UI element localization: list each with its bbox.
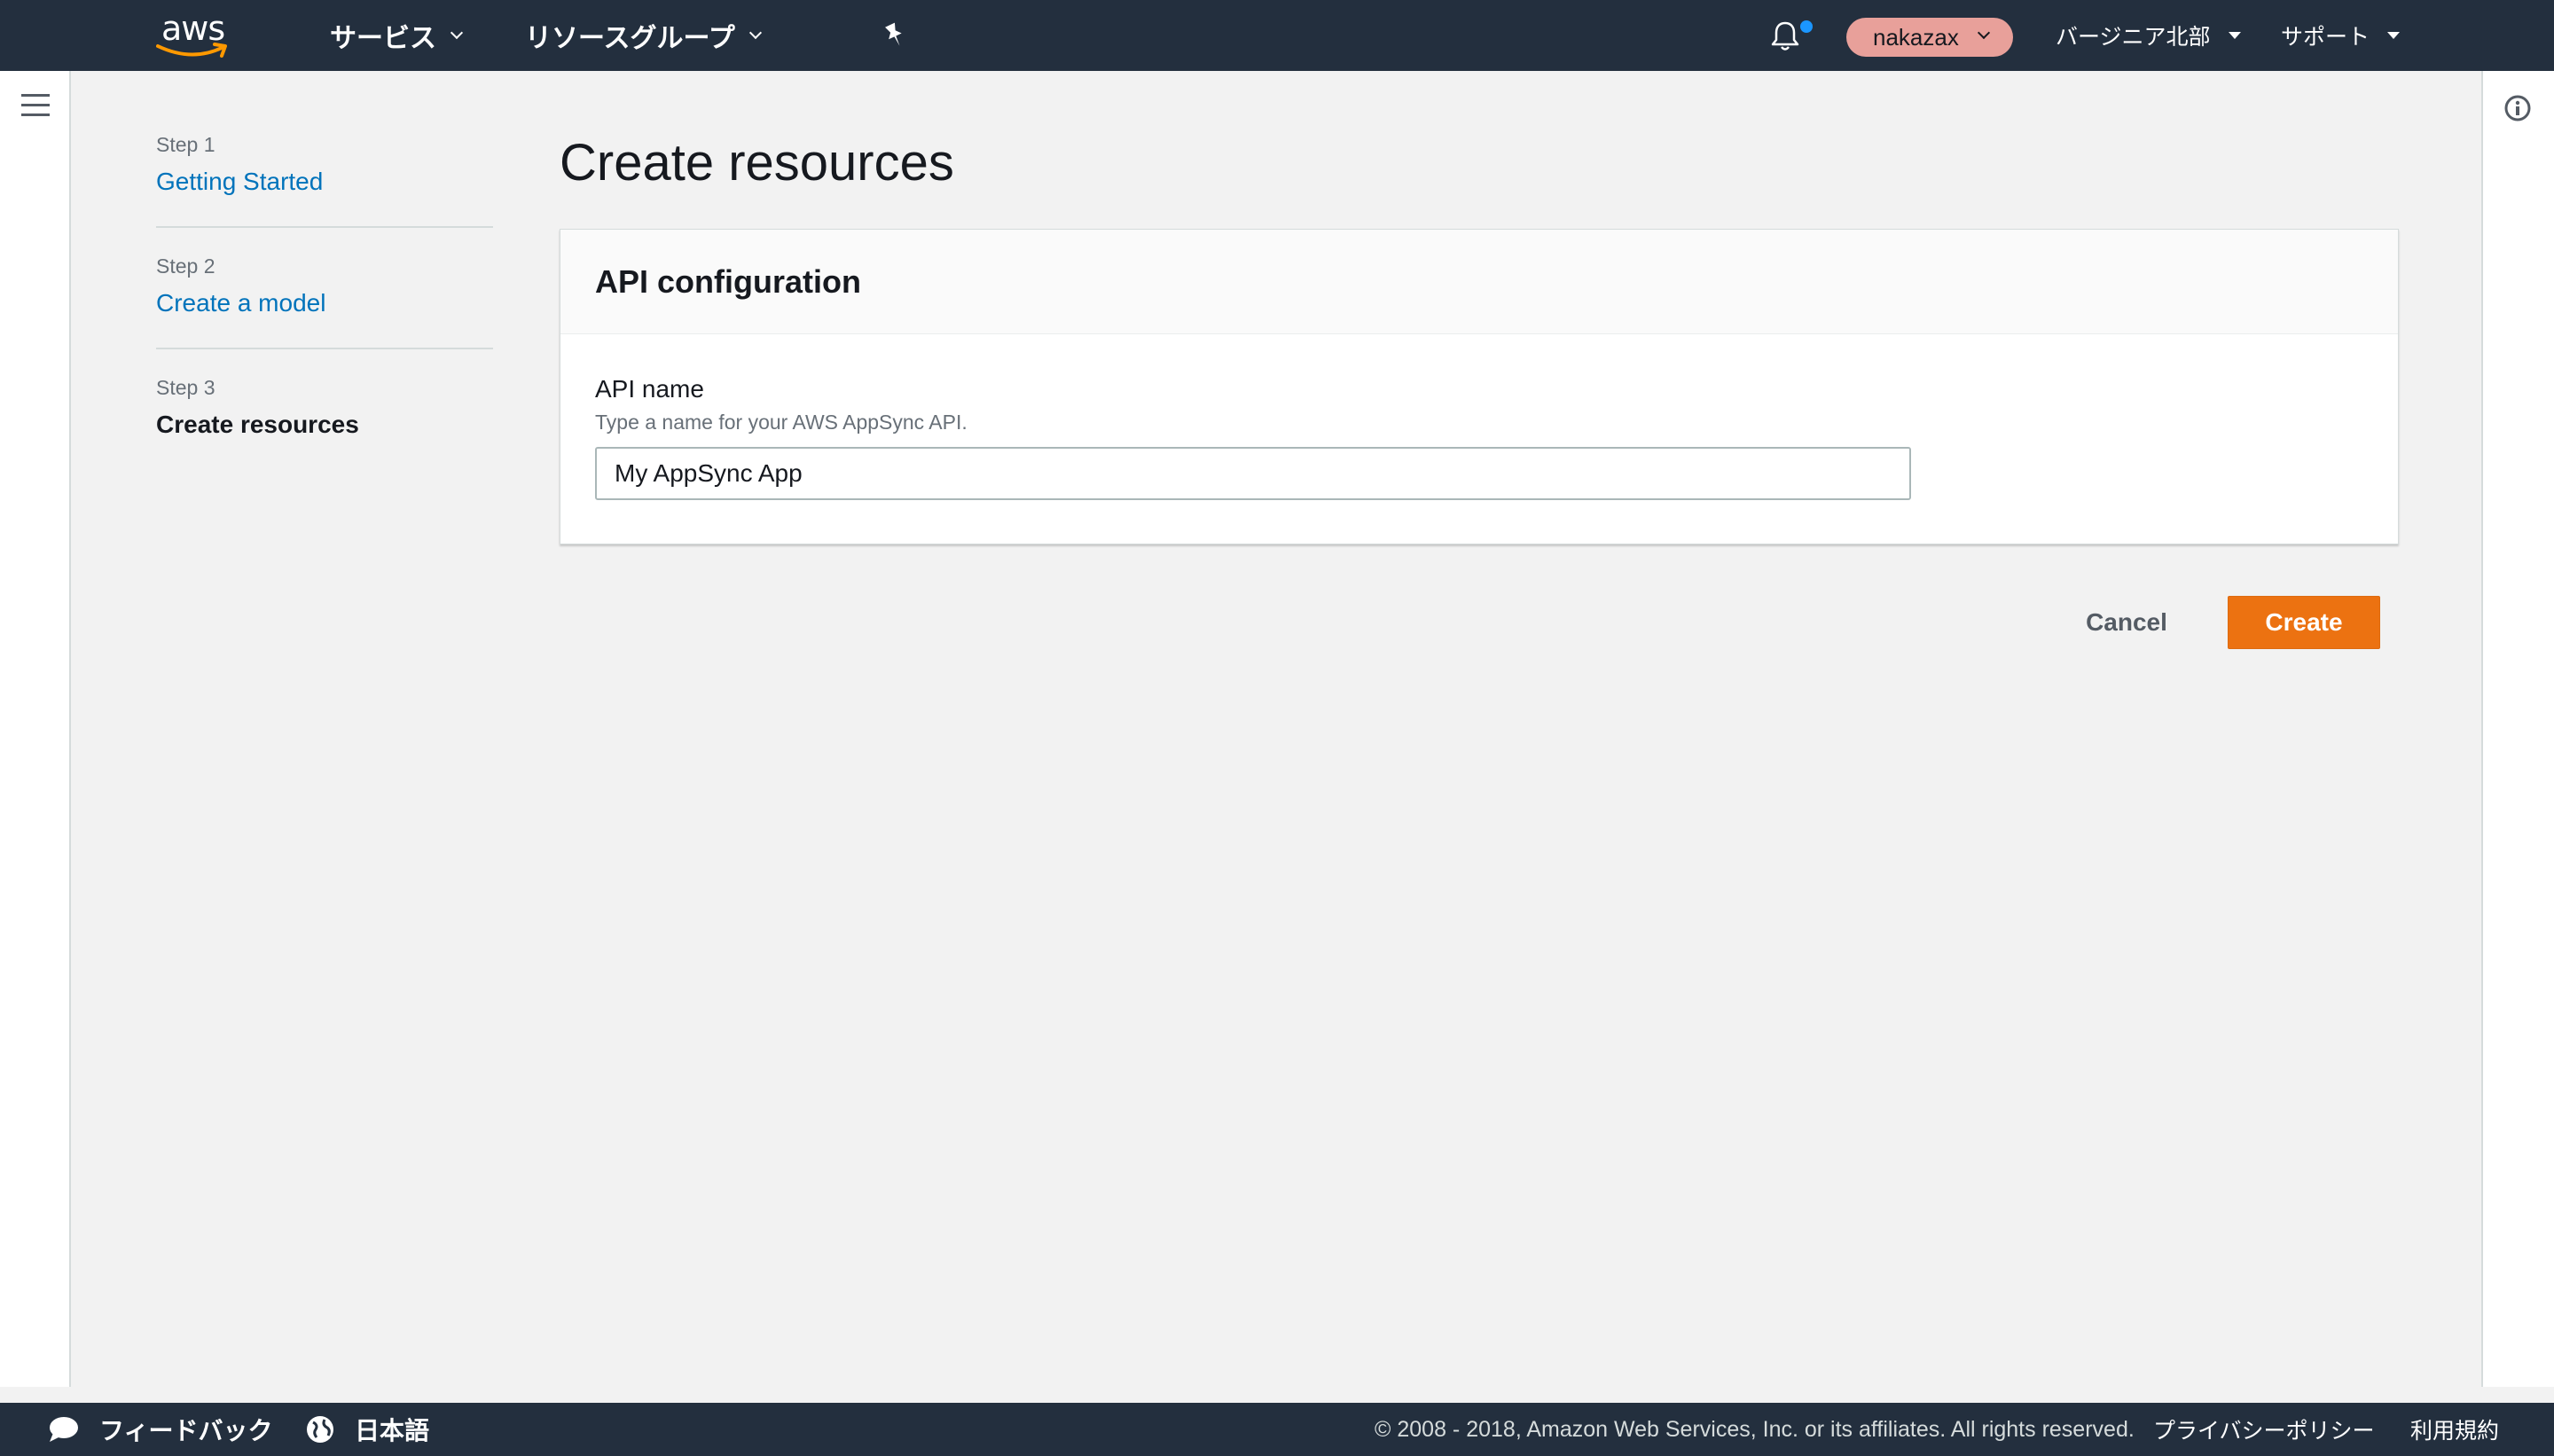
support-menu[interactable]: サポート (2281, 0, 2401, 71)
speech-bubble-icon (50, 1417, 78, 1442)
right-tools-rail (2481, 71, 2554, 1387)
chevron-down-icon (450, 26, 464, 40)
user-name: nakazax (1873, 23, 1959, 51)
api-name-description: Type a name for your AWS AppSync API. (595, 411, 968, 434)
region-label: バージニア北部 (2056, 25, 2211, 50)
services-menu-label: サービス (330, 24, 436, 53)
step-link-getting-started[interactable]: Getting Started (156, 168, 493, 196)
language-label: 日本語 (355, 1417, 430, 1444)
aws-logo[interactable]: aws (156, 9, 234, 60)
terms-link[interactable]: 利用規約 (2410, 1403, 2499, 1456)
aws-smile-icon (156, 43, 227, 58)
api-name-input[interactable] (595, 447, 1911, 500)
resource-groups-menu-label: リソースグループ (525, 24, 735, 53)
api-name-label: API name (595, 375, 704, 403)
top-navigation: aws サービス リソースグループ nakazax バージニア北部 サポート (0, 0, 2554, 71)
caret-down-icon (2387, 32, 2401, 39)
user-menu[interactable]: nakazax (1846, 18, 2013, 57)
create-button[interactable]: Create (2228, 596, 2380, 649)
left-navigation-rail (0, 71, 71, 1387)
chevron-down-icon (748, 26, 762, 40)
wizard-step: Step 3 Create resources (156, 376, 493, 469)
step-number: Step 3 (156, 376, 215, 399)
chevron-down-icon (1977, 26, 1991, 40)
feedback-label: フィードバック (99, 1417, 273, 1444)
region-menu[interactable]: バージニア北部 (2056, 0, 2241, 71)
panel-header: API configuration (560, 230, 2398, 334)
step-current-create-resources: Create resources (156, 411, 359, 438)
privacy-policy-link[interactable]: プライバシーポリシー (2153, 1403, 2375, 1456)
footer: フィードバック 日本語 © 2008 - 2018, Amazon Web Se… (0, 1403, 2554, 1456)
support-label: サポート (2281, 25, 2370, 50)
pin-icon[interactable] (881, 21, 908, 50)
step-number: Step 1 (156, 133, 215, 156)
bell-icon[interactable] (1767, 18, 1804, 55)
wizard-step: Step 1 Getting Started (156, 133, 493, 228)
info-icon[interactable] (2503, 94, 2532, 122)
feedback-link[interactable]: フィードバック (48, 1403, 272, 1456)
wizard-step: Step 2 Create a model (156, 254, 493, 349)
wizard-steps: Step 1 Getting Started Step 2 Create a m… (156, 133, 493, 496)
caret-down-icon (2228, 32, 2241, 39)
step-link-create-model[interactable]: Create a model (156, 289, 493, 317)
cancel-button[interactable]: Cancel (2057, 596, 2196, 649)
globe-icon (307, 1416, 333, 1443)
services-menu[interactable]: サービス (330, 0, 464, 71)
step-number: Step 2 (156, 254, 215, 278)
resource-groups-menu[interactable]: リソースグループ (525, 0, 762, 71)
copyright-text: © 2008 - 2018, Amazon Web Services, Inc.… (1375, 1416, 2135, 1442)
menu-icon[interactable] (21, 94, 50, 117)
api-configuration-panel: API configuration API name Type a name f… (560, 229, 2399, 544)
page-title: Create resources (560, 134, 954, 192)
panel-body: API name Type a name for your AWS AppSyn… (560, 334, 2398, 541)
language-selector[interactable]: 日本語 (305, 1403, 429, 1456)
notification-dot (1800, 20, 1813, 33)
